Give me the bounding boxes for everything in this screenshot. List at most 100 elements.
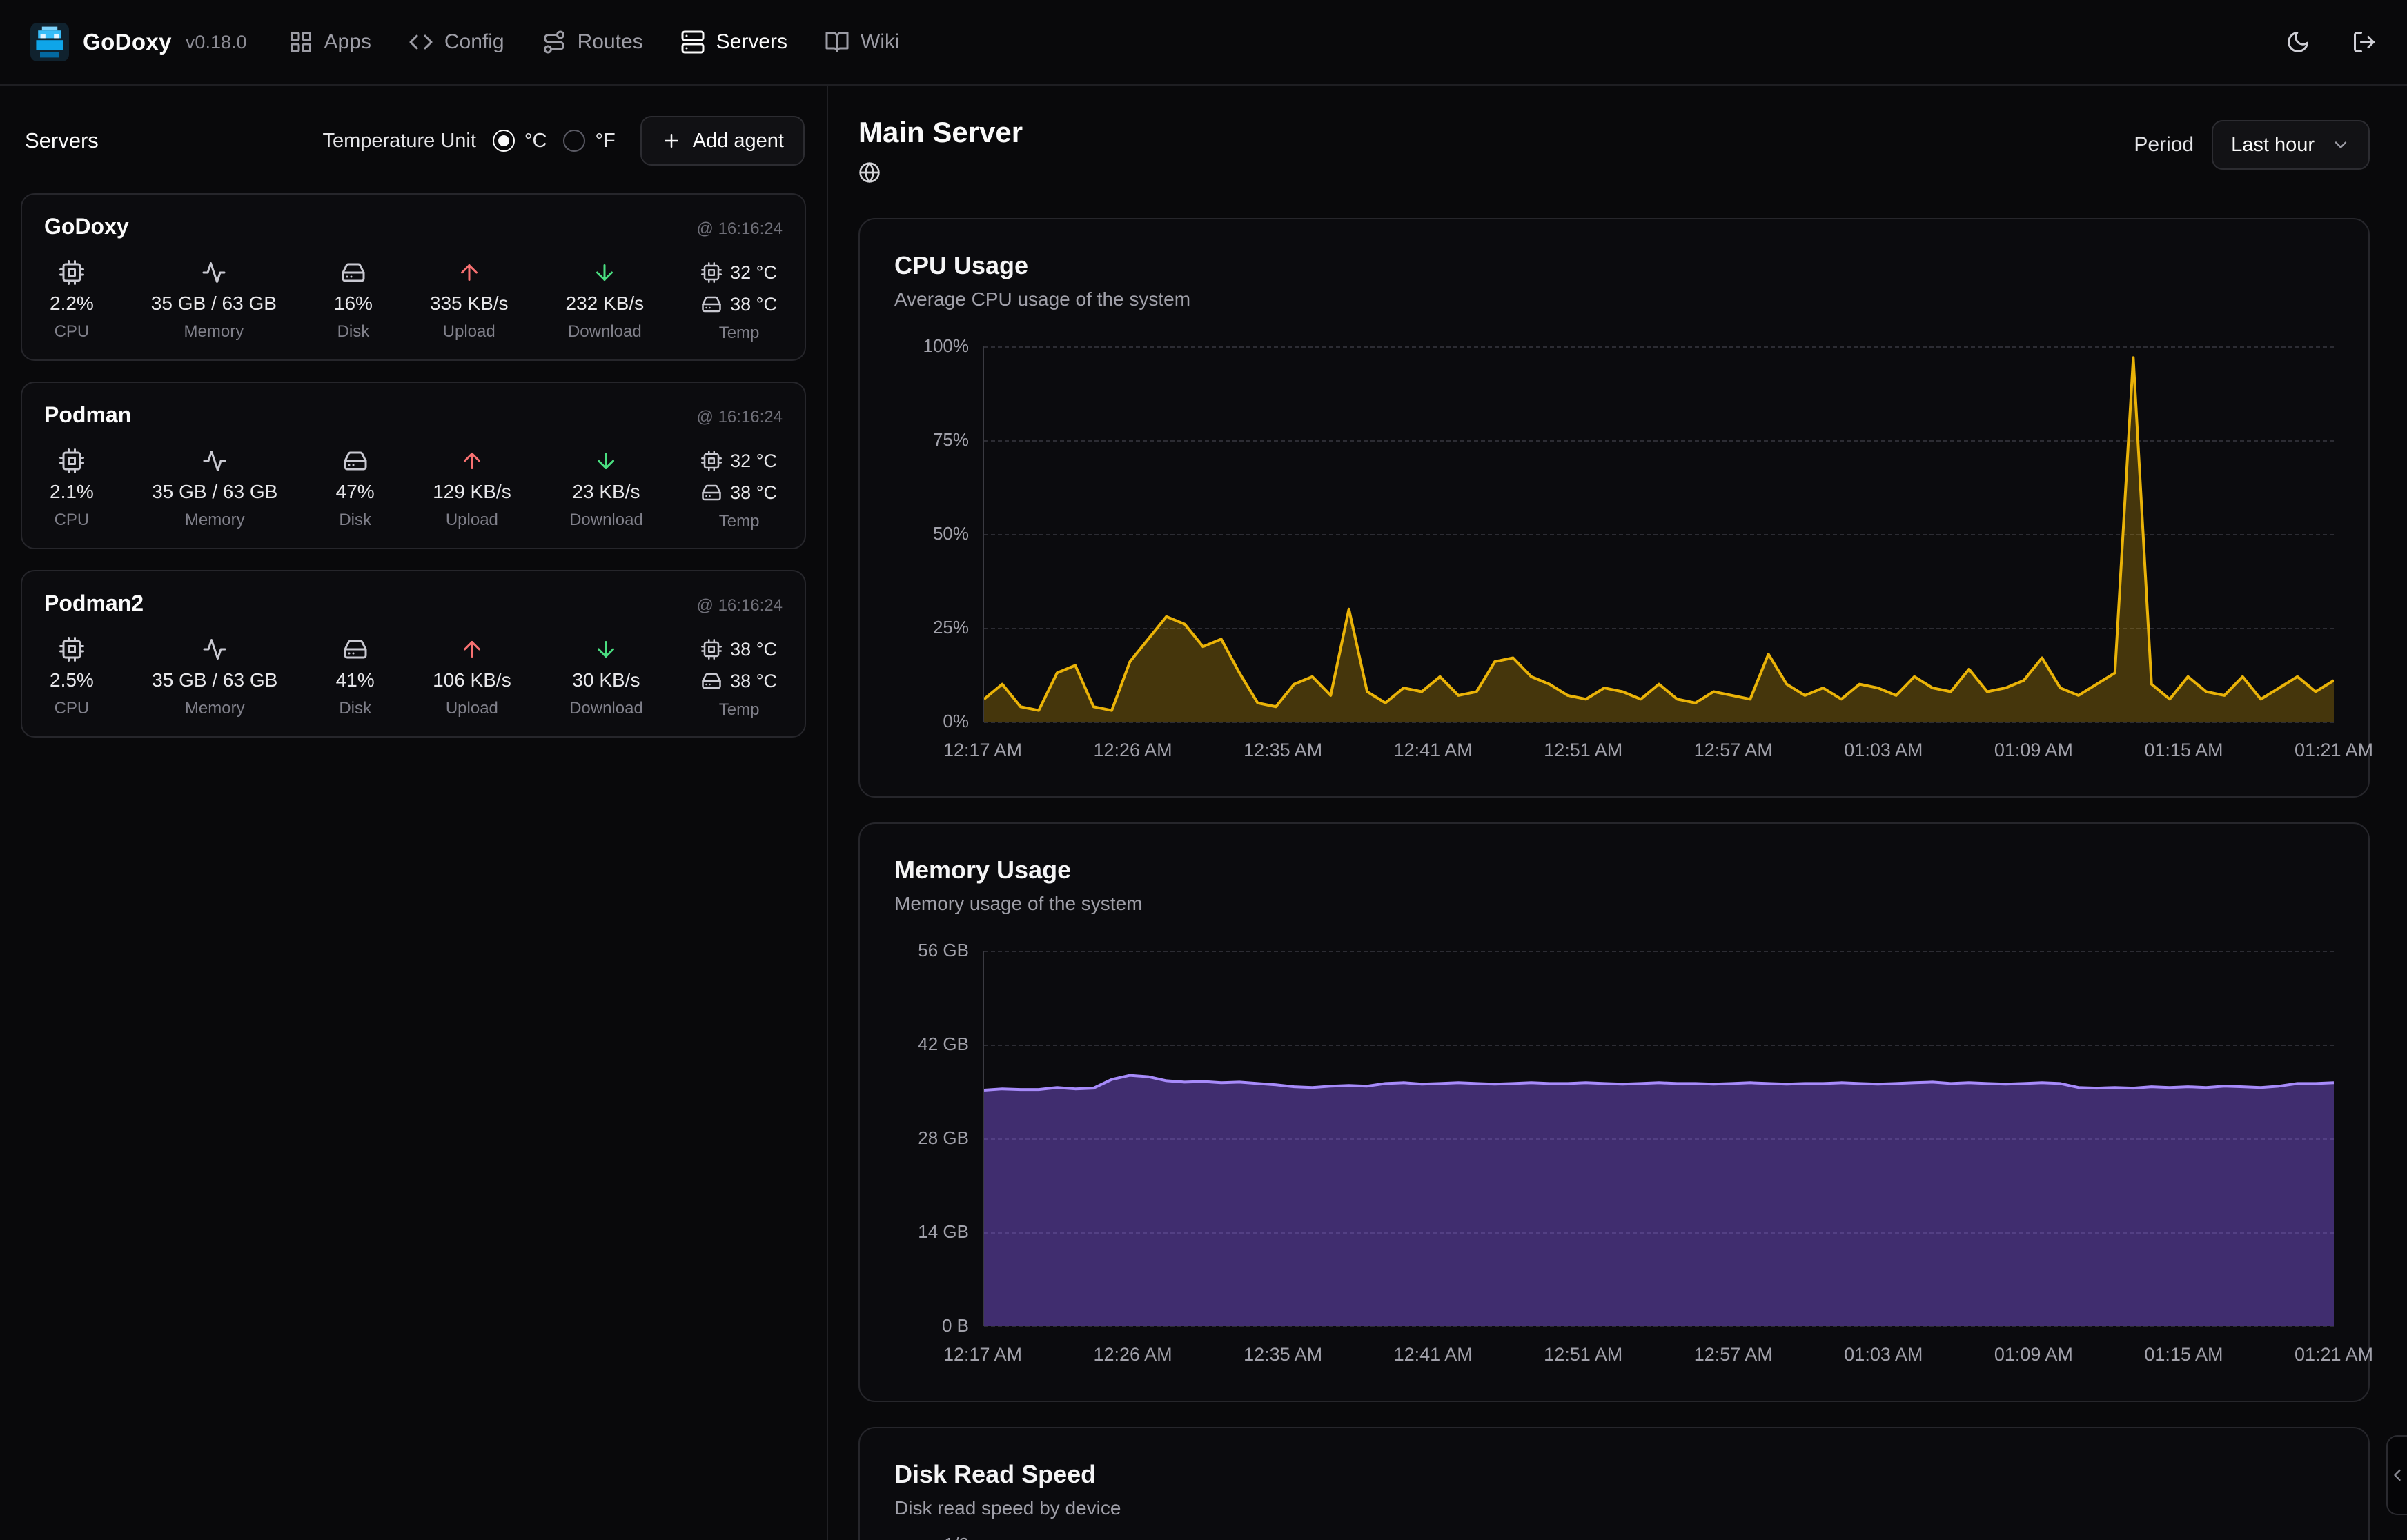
page-title: Main Server [858, 116, 1023, 149]
y-tick-label: 42 GB [918, 1034, 969, 1055]
cpu-label: CPU [55, 699, 90, 718]
stat-temp: 32 °C 38 °C Temp [701, 444, 777, 531]
x-tick-label: 12:57 AM [1694, 1344, 1773, 1365]
x-tick-label: 12:41 AM [1394, 740, 1473, 761]
server-card-godoxy[interactable]: GoDoxy @ 16:16:24 2.2% CPU 35 GB / 63 GB… [21, 193, 806, 361]
radio-fahrenheit-label: °F [595, 130, 615, 152]
stat-download: 23 KB/s Download [569, 444, 643, 531]
hard-drive-icon [701, 294, 722, 315]
add-agent-label: Add agent [693, 130, 784, 152]
stat-download: 232 KB/s Download [566, 256, 645, 343]
x-tick-label: 12:26 AM [1094, 1344, 1172, 1365]
server-card-podman2[interactable]: Podman2 @ 16:16:24 2.5% CPU 35 GB / 63 G… [21, 570, 806, 738]
theme-toggle-button[interactable] [2286, 30, 2310, 55]
disk-label: Disk [339, 511, 371, 530]
server-name: Podman [44, 402, 131, 428]
x-tick-label: 12:17 AM [943, 740, 1022, 761]
y-tick-label: 28 GB [918, 1128, 969, 1149]
cpu-temp-value: 32 °C [730, 451, 777, 472]
nav-item-label: Servers [716, 30, 787, 54]
nav-item-apps[interactable]: Apps [288, 30, 371, 55]
moon-icon [2286, 30, 2310, 55]
temp-label: Temp [719, 512, 760, 531]
radio-celsius-control[interactable] [493, 130, 515, 152]
stat-disk: 16% Disk [334, 256, 373, 343]
memory-value: 35 GB / 63 GB [152, 477, 277, 506]
hard-drive-icon [343, 637, 368, 662]
cpu-label: CPU [55, 322, 90, 342]
cpu-value: 2.2% [50, 289, 94, 318]
godoxy-logo-icon [30, 23, 69, 61]
stat-disk: 41% Disk [336, 633, 375, 720]
memory-label: Memory [184, 322, 244, 342]
hard-drive-icon [701, 482, 722, 503]
plus-icon [661, 130, 682, 151]
memory-usage-chart-card: Memory Usage Memory usage of the system … [858, 822, 2370, 1402]
stat-temp: 32 °C 38 °C Temp [701, 256, 777, 343]
hard-drive-icon [701, 671, 722, 691]
y-tick-label: 0% [943, 711, 969, 732]
nav-item-servers[interactable]: Servers [680, 30, 787, 55]
arrow-down-icon [593, 637, 618, 662]
y-tick-label: 1/2 MB/s [928, 1534, 969, 1540]
x-tick-label: 01:15 AM [2144, 740, 2223, 761]
version-label: v0.18.0 [186, 32, 247, 53]
temp-label: Temp [719, 700, 760, 720]
nav-item-routes[interactable]: Routes [542, 30, 643, 55]
disk-read-speed-chart-card: Disk Read Speed Disk read speed by devic… [858, 1427, 2370, 1540]
brand-name: GoDoxy [83, 29, 172, 55]
nav-item-config[interactable]: Config [409, 30, 504, 55]
chart-subtitle: Disk read speed by device [894, 1497, 2334, 1519]
arrow-up-icon [457, 260, 482, 285]
stat-cpu: 2.5% CPU [50, 633, 94, 720]
x-tick-label: 01:21 AM [2295, 740, 2373, 761]
cpu-value: 2.5% [50, 666, 94, 695]
globe-icon[interactable] [858, 161, 881, 184]
server-card-podman[interactable]: Podman @ 16:16:24 2.1% CPU 35 GB / 63 GB… [21, 382, 806, 549]
radio-fahrenheit-control[interactable] [563, 130, 585, 152]
download-value: 232 KB/s [566, 289, 645, 318]
radio-fahrenheit[interactable]: °F [563, 130, 615, 152]
disk-label: Disk [337, 322, 370, 342]
logout-button[interactable] [2352, 30, 2377, 55]
x-tick-label: 12:35 AM [1244, 1344, 1322, 1365]
arrow-down-icon [592, 260, 617, 285]
cpu-temp-value: 32 °C [730, 262, 777, 284]
x-tick-label: 12:17 AM [943, 1344, 1022, 1365]
arrow-down-icon [593, 448, 618, 473]
activity-icon [202, 260, 226, 285]
chart-plot [983, 951, 2334, 1326]
upload-value: 335 KB/s [430, 289, 509, 318]
y-tick-label: 25% [933, 618, 969, 638]
arrow-up-icon [460, 448, 484, 473]
cpu-usage-chart-card: CPU Usage Average CPU usage of the syste… [858, 218, 2370, 798]
activity-icon [202, 637, 227, 662]
book-icon [825, 30, 849, 55]
stat-cpu: 2.2% CPU [50, 256, 94, 343]
upload-value: 129 KB/s [433, 477, 511, 506]
server-timestamp: @ 16:16:24 [697, 596, 783, 615]
memory-label: Memory [185, 699, 245, 718]
panel-collapse-handle[interactable] [2386, 1435, 2407, 1515]
y-tick-label: 14 GB [918, 1222, 969, 1243]
x-tick-label: 12:26 AM [1094, 740, 1172, 761]
radio-celsius[interactable]: °C [493, 130, 547, 152]
x-tick-label: 01:09 AM [1994, 740, 2073, 761]
temperature-unit-label: Temperature Unit [322, 130, 475, 152]
add-agent-button[interactable]: Add agent [640, 116, 805, 166]
cpu-icon [59, 260, 84, 285]
upload-value: 106 KB/s [433, 666, 511, 695]
primary-nav: Apps Config Routes Servers Wiki [288, 30, 900, 55]
period-value: Last hour [2231, 134, 2315, 157]
x-tick-label: 12:35 AM [1244, 740, 1322, 761]
period-select[interactable]: Last hour [2212, 120, 2370, 170]
nav-item-wiki[interactable]: Wiki [825, 30, 900, 55]
hard-drive-icon [343, 448, 368, 473]
arrow-up-icon [460, 637, 484, 662]
stat-upload: 129 KB/s Upload [433, 444, 511, 531]
cpu-icon [701, 451, 722, 471]
disk-temp-value: 38 °C [730, 482, 777, 504]
chart-subtitle: Average CPU usage of the system [894, 288, 2334, 310]
x-tick-label: 01:15 AM [2144, 1344, 2223, 1365]
navbar: GoDoxy v0.18.0 Apps Config Routes Server… [0, 0, 2407, 86]
